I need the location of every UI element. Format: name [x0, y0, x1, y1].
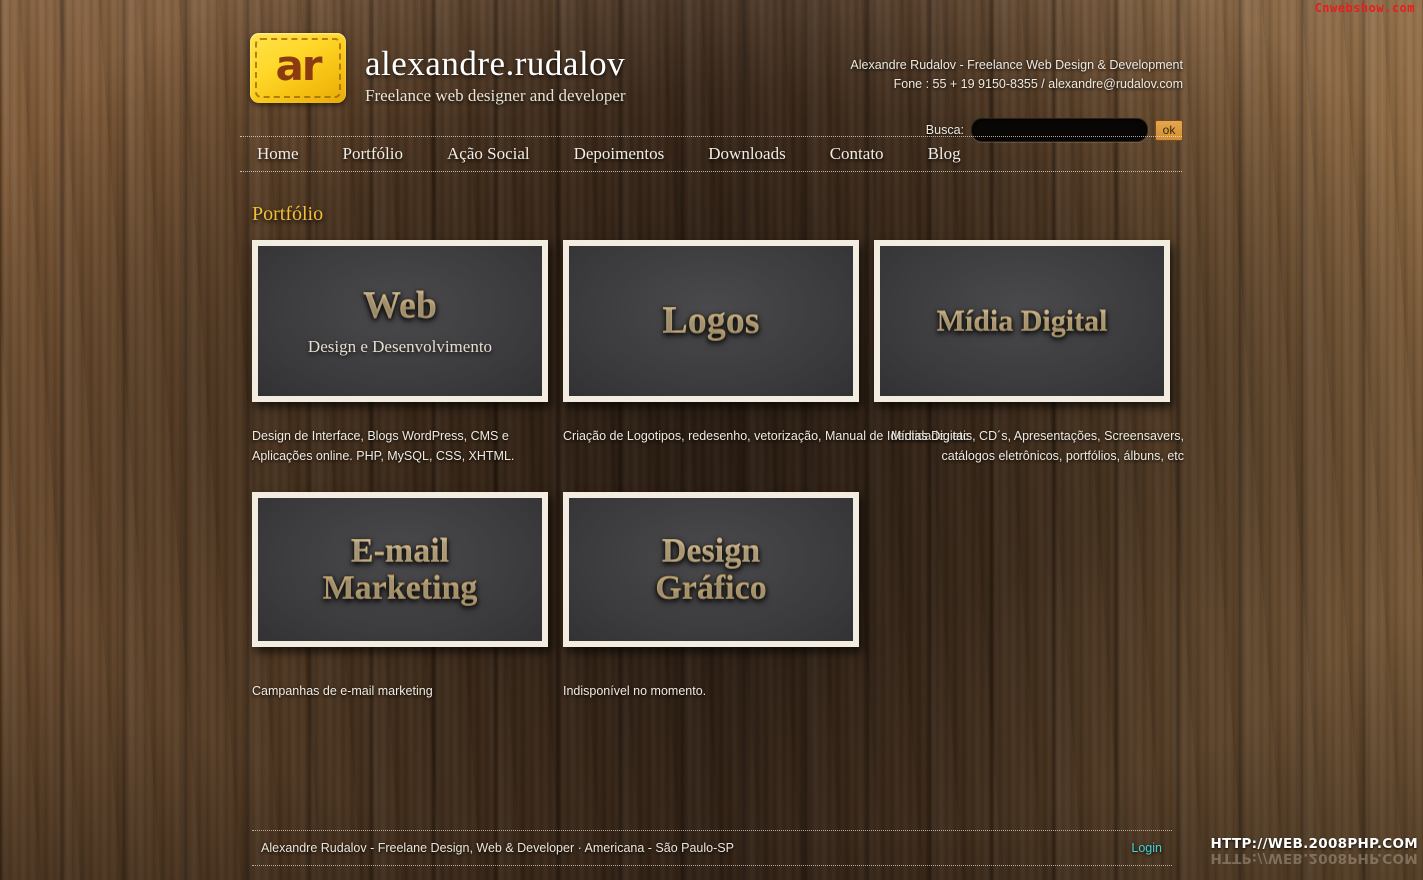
card-artwork: Web Design e Desenvolvimento [258, 246, 542, 396]
site-header: ar alexandre.rudalov Freelance web desig… [240, 20, 1185, 142]
card-title: Design Gráfico [631, 532, 791, 606]
card-artwork: E-mail Marketing [258, 498, 542, 641]
brand-block: alexandre.rudalov Freelance web designer… [365, 44, 626, 106]
portfolio-card-logos[interactable]: Logos [563, 240, 859, 402]
card-title: Logos [662, 299, 760, 342]
card-title: E-mail Marketing [300, 532, 500, 606]
watermark-bottom-right: HTTP://WEB.2008PHP.COM HTTP://WEB.2008PH… [1211, 836, 1418, 866]
logo-monogram: ar [275, 41, 322, 90]
nav-item-home[interactable]: Home [240, 144, 321, 164]
card-artwork: Mídia Digital [880, 246, 1164, 396]
card-subtitle: Design e Desenvolvimento [307, 336, 493, 356]
nav-item-depoimentos[interactable]: Depoimentos [552, 144, 687, 164]
portfolio-card-email-marketing[interactable]: E-mail Marketing [252, 492, 548, 647]
portfolio-description: Campanhas de e-mail marketing [252, 684, 433, 698]
portfolio-card-design-grafico[interactable]: Design Gráfico [563, 492, 859, 647]
footer-login-link[interactable]: Login [1131, 841, 1172, 855]
contact-line-2: Fone : 55 + 19 9150-8355 / alexandre@rud… [893, 77, 1183, 92]
portfolio-card-midia-digital[interactable]: Mídia Digital [874, 240, 1170, 402]
nav-item-blog[interactable]: Blog [906, 144, 983, 164]
page-root: ar alexandre.rudalov Freelance web desig… [0, 0, 1423, 880]
contact-line-1: Alexandre Rudalov - Freelance Web Design… [850, 58, 1183, 72]
card-title: Web [363, 284, 437, 327]
card-artwork: Logos [569, 246, 853, 396]
portfolio-card-web[interactable]: Web Design e Desenvolvimento [252, 240, 548, 402]
main-navigation: Home Portfólio Ação Social Depoimentos D… [240, 136, 1182, 172]
page-title: Portfólio [252, 203, 324, 225]
nav-item-downloads[interactable]: Downloads [686, 144, 807, 164]
nav-item-portfolio[interactable]: Portfólio [321, 144, 425, 164]
card-title: Mídia Digital [936, 303, 1108, 337]
portfolio-description: Indisponível no momento. [563, 684, 707, 698]
nav-item-contato[interactable]: Contato [808, 144, 906, 164]
card-artwork: Design Gráfico [569, 498, 853, 641]
portfolio-description: Mídias Digitais, CD´s, Apresentações, Sc… [890, 429, 1184, 464]
portfolio-description: Design de Interface, Blogs WordPress, CM… [252, 429, 515, 464]
nav-item-acao-social[interactable]: Ação Social [425, 144, 552, 164]
watermark-text-reflection: HTTP://WEB.2008PHP.COM [1210, 850, 1418, 866]
brand-name: alexandre.rudalov [365, 44, 626, 83]
watermark-top-right: Cnwebshow.com [1314, 1, 1415, 15]
header-contact-info: Alexandre Rudalov - Freelance Web Design… [850, 56, 1183, 95]
footer-copyright: Alexandre Rudalov - Freelane Design, Web… [261, 841, 734, 855]
logo-badge[interactable]: ar [250, 33, 346, 103]
site-footer: Alexandre Rudalov - Freelane Design, Web… [252, 830, 1172, 866]
brand-tagline: Freelance web designer and developer [365, 85, 626, 105]
search-label: Busca: [925, 123, 964, 137]
